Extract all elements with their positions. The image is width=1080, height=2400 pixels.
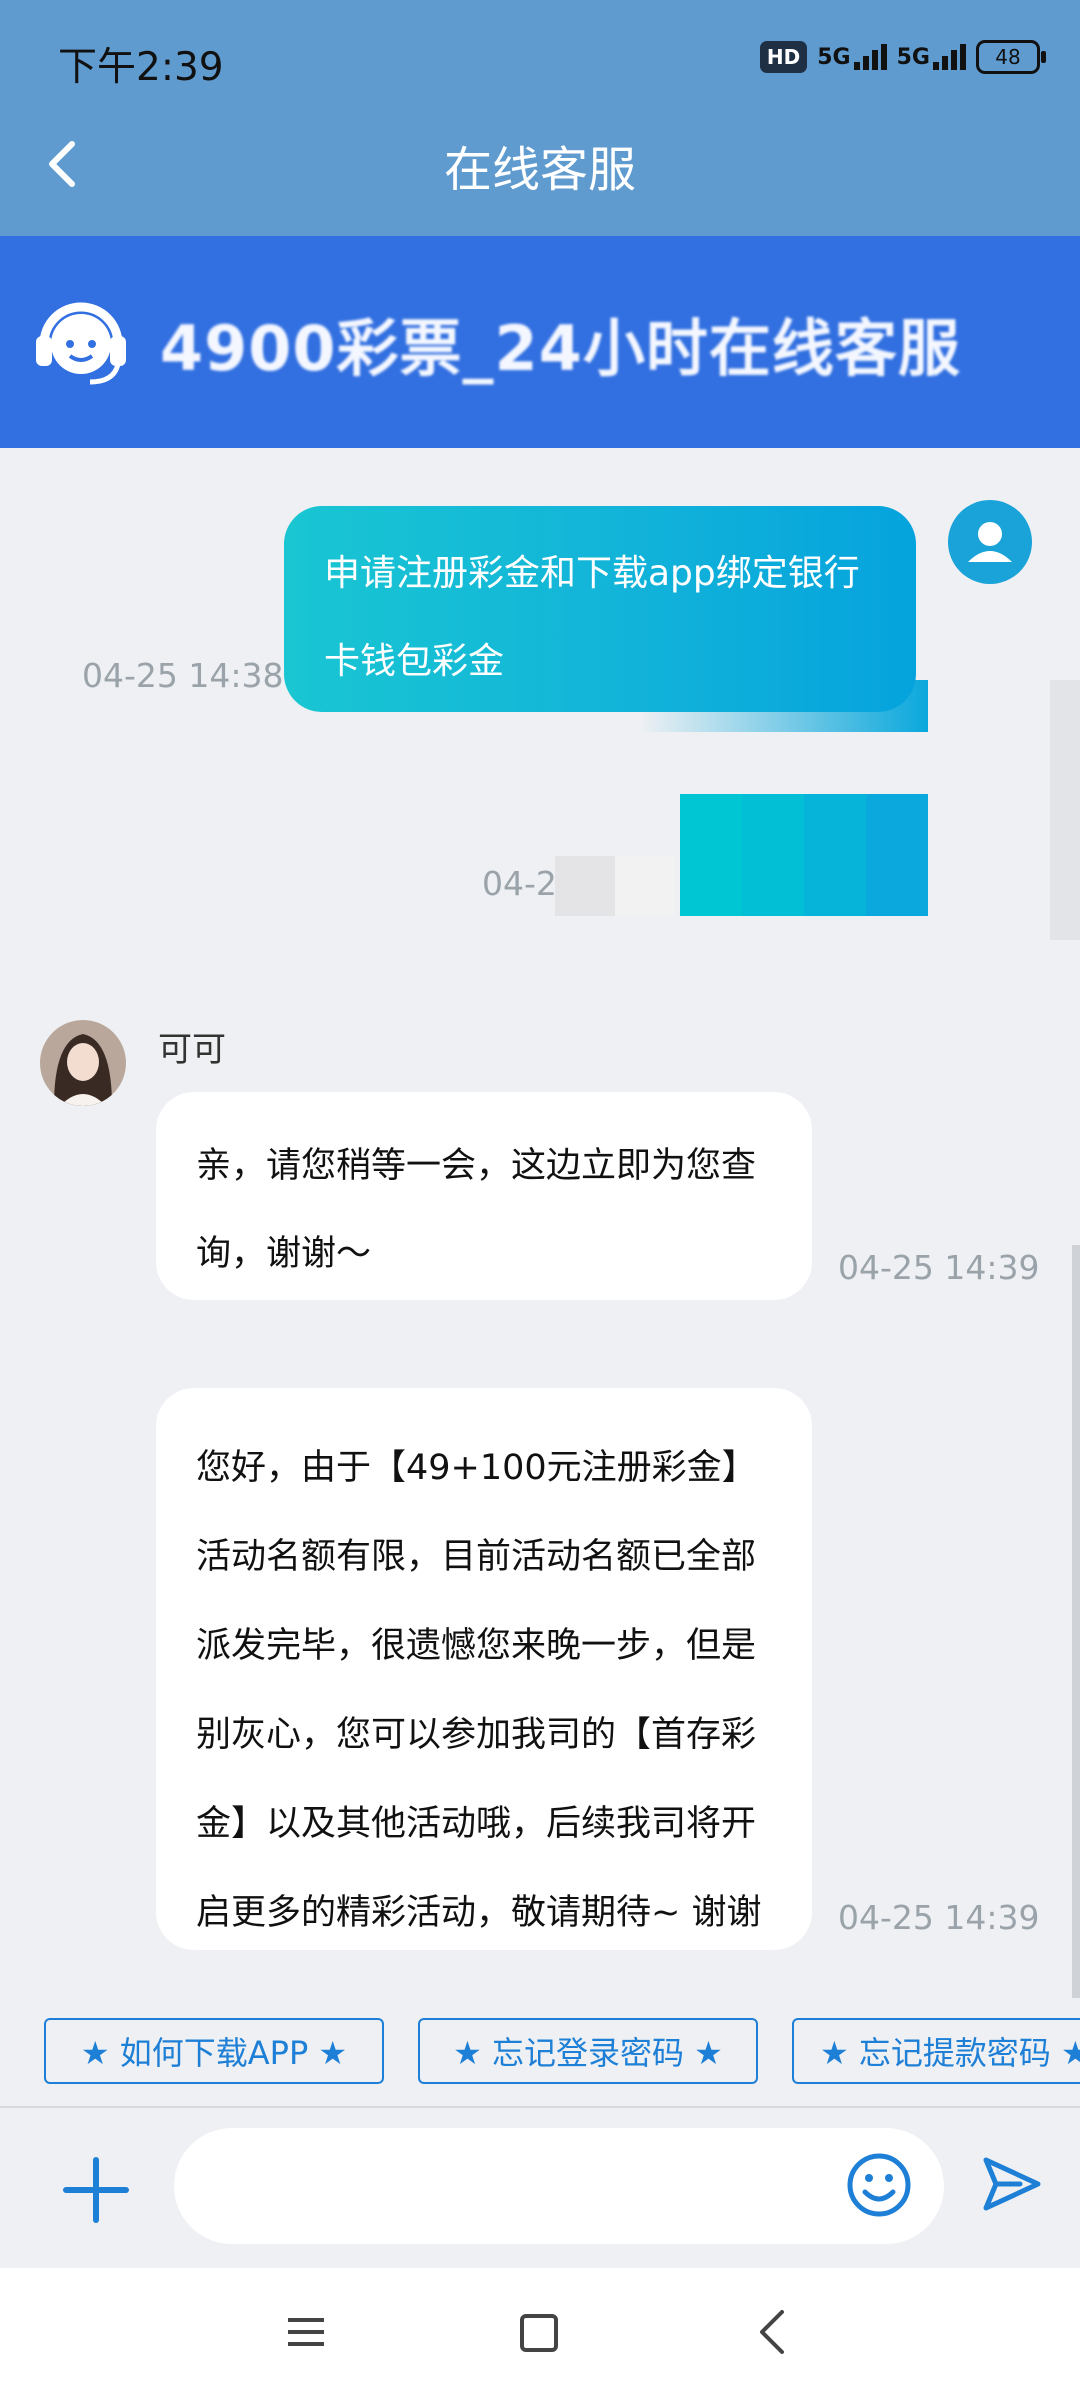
banner-title: 4900彩票_24小时在线客服 [160,312,961,385]
quick-reply-forgot-withdraw-password[interactable]: ★ 忘记提款密码 ★ [792,2018,1080,2084]
home-square-icon[interactable] [520,2314,558,2352]
quick-reply-download-app[interactable]: ★ 如何下载APP ★ [44,2018,384,2084]
menu-icon [288,2318,324,2346]
send-button[interactable] [980,2152,1044,2216]
back-triangle-icon [760,2310,784,2354]
headset-icon [32,294,130,390]
person-icon [968,522,1012,562]
message-input[interactable] [174,2128,944,2244]
signal-2-label: 5G [896,45,930,70]
user-avatar[interactable] [948,500,1032,584]
agent-message-bubble[interactable]: 您好，由于【49+100元注册彩金】活动名额有限，目前活动名额已全部派发完毕，很… [156,1388,812,1950]
status-time: 下午2:39 [58,45,224,90]
scroll-track [1050,680,1080,940]
message-timestamp: 04-25 14:39 [838,1248,1040,1287]
agent-avatar[interactable] [40,1020,126,1106]
user-message-bubble[interactable]: 申请注册彩金和下载app绑定银行卡钱包彩金 [284,506,916,712]
agent-name: 可可 [158,1030,226,1070]
agent-photo-icon [40,1020,126,1106]
message-timestamp: 04-25 14:39 [838,1898,1040,1937]
image-loading-placeholder [615,856,675,916]
scrollbar[interactable] [1072,1245,1080,2005]
hd-badge: HD [759,41,808,73]
send-icon [983,2157,1041,2211]
quick-reply-forgot-login-password[interactable]: ★ 忘记登录密码 ★ [418,2018,758,2084]
signal-1-label: 5G [817,45,851,70]
signal-bars-icon [853,44,887,70]
page-title: 在线客服 [443,142,636,198]
plus-button[interactable] [60,2154,132,2226]
emoji-button[interactable] [846,2152,912,2218]
plus-icon [63,2157,129,2223]
signal-1: 5G [817,44,887,70]
signal-bars-icon [933,44,966,70]
agent-message-bubble[interactable]: 亲，请您稍等一会，这边立即为您查询，谢谢～ [156,1092,812,1300]
status-icons: HD 5G 5G 48 [759,40,1046,74]
user-image-message[interactable] [680,794,928,916]
image-loading-placeholder [555,856,615,916]
nav-menu-button[interactable] [286,2312,326,2352]
signal-2: 5G [897,44,966,70]
battery-icon: 48 [976,40,1046,74]
battery-level: 48 [995,45,1021,69]
smiley-icon [847,2153,911,2217]
nav-back-button[interactable] [752,2308,792,2356]
message-timestamp: 04-25 14:38 [82,656,284,695]
